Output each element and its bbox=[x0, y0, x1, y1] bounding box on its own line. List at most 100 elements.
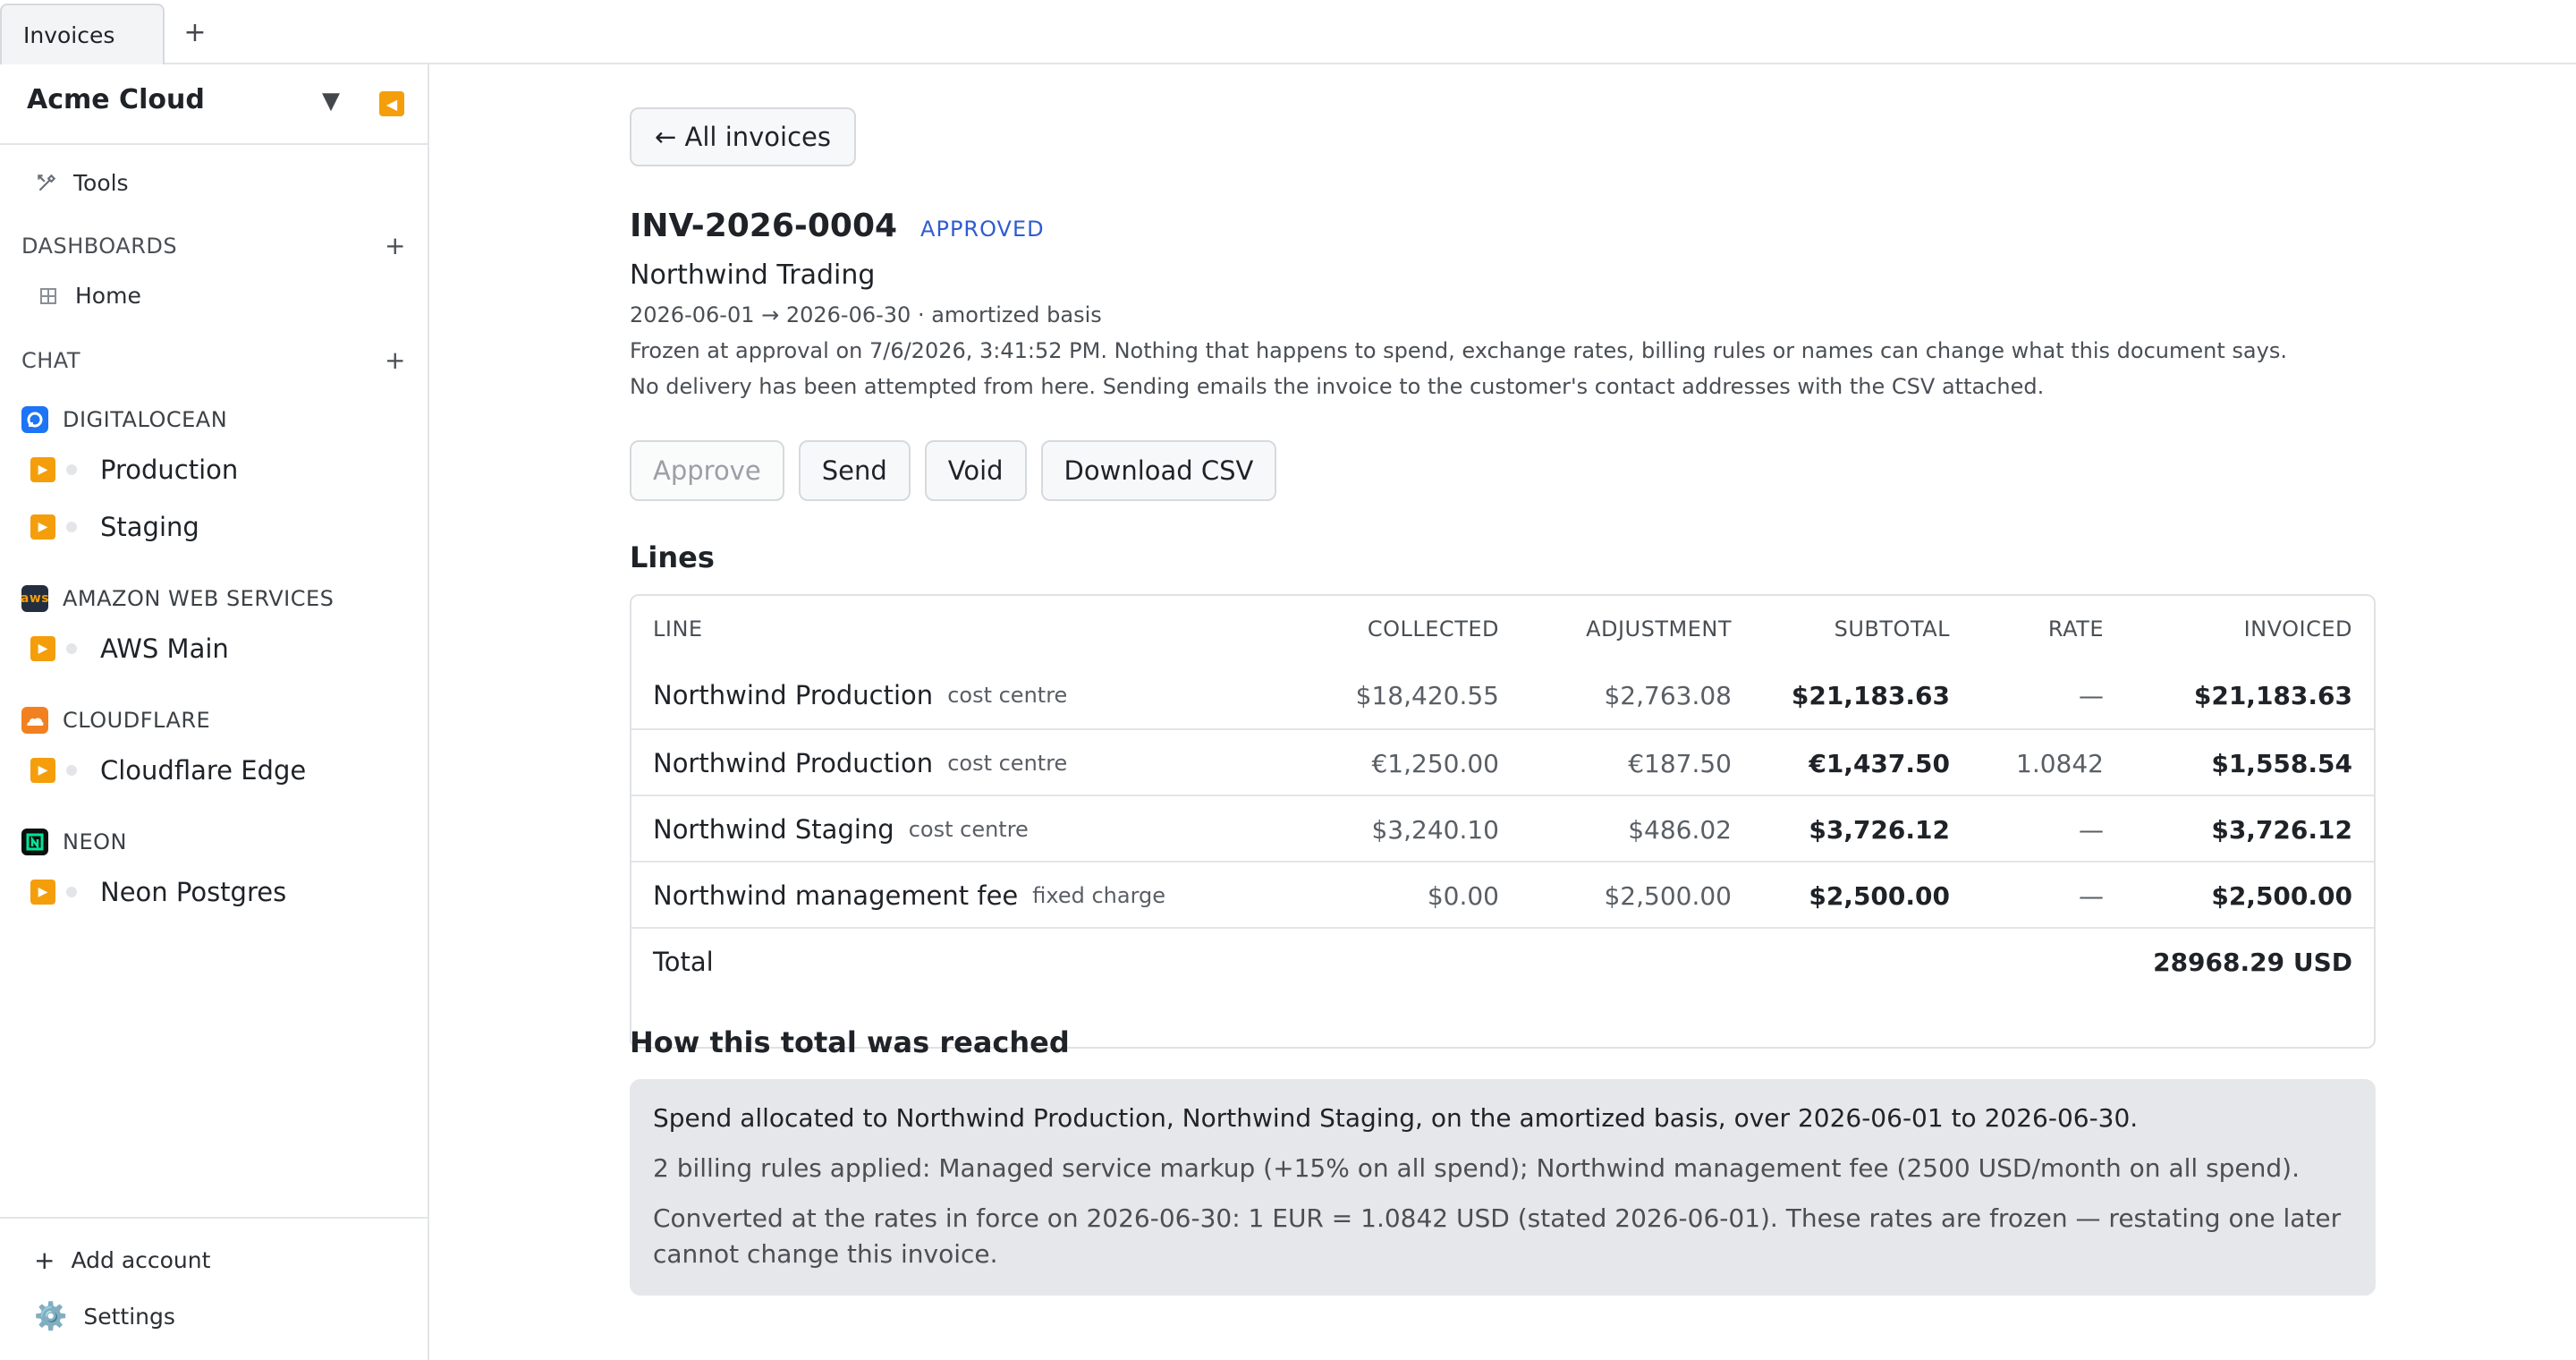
approve-button[interactable]: Approve bbox=[630, 440, 784, 501]
account-label: AWS Main bbox=[100, 633, 229, 664]
provider-digitalocean: DIGITALOCEAN bbox=[21, 406, 227, 433]
total-value: 28968.29 USD bbox=[2153, 947, 2352, 977]
column-header-rate: RATE bbox=[2047, 616, 2104, 642]
play-icon: ▶ bbox=[30, 636, 55, 661]
digitalocean-logo-icon bbox=[21, 406, 48, 433]
play-icon: ▶ bbox=[30, 514, 55, 540]
sidebar-item-home[interactable]: Home bbox=[36, 283, 141, 309]
line-type: cost centre bbox=[908, 817, 1029, 842]
add-chat-button[interactable]: + bbox=[385, 345, 406, 375]
provider-name: AMAZON WEB SERVICES bbox=[63, 586, 335, 611]
sidebar: Acme Cloud ▼ ◀ Tools DASHBOARDS + Home C… bbox=[0, 64, 429, 1360]
invoice-header: INV-2026-0004 APPROVED bbox=[630, 208, 1045, 244]
explanation-heading: How this total was reached bbox=[630, 1025, 1070, 1059]
sidebar-item-cloudflare-edge[interactable]: ▶ Cloudflare Edge bbox=[30, 755, 306, 786]
rate-cell: — bbox=[2079, 880, 2104, 911]
status-dot bbox=[66, 887, 77, 897]
status-dot bbox=[66, 522, 77, 532]
line-name: Northwind Production bbox=[653, 748, 934, 778]
org-switcher[interactable]: Acme Cloud ▼ ◀ bbox=[0, 64, 428, 145]
tab-label: Invoices bbox=[23, 21, 115, 48]
settings-button[interactable]: ⚙️ Settings bbox=[34, 1301, 175, 1332]
new-tab-button[interactable]: + bbox=[177, 14, 213, 50]
total-row: Total 28968.29 USD bbox=[631, 927, 2374, 993]
void-button[interactable]: Void bbox=[924, 440, 1027, 501]
add-dashboard-button[interactable]: + bbox=[385, 231, 406, 260]
collapse-sidebar-icon[interactable]: ◀ bbox=[379, 91, 404, 116]
sidebar-item-label: Home bbox=[75, 283, 141, 309]
adjustment-cell: €187.50 bbox=[1628, 748, 1732, 778]
account-label: Neon Postgres bbox=[100, 877, 287, 907]
collected-cell: $18,420.55 bbox=[1355, 680, 1499, 710]
frozen-note: Frozen at approval on 7/6/2026, 3:41:52 … bbox=[630, 338, 2287, 363]
invoice-actions: Approve Send Void Download CSV bbox=[630, 440, 1277, 501]
subtotal-cell: $3,726.12 bbox=[1809, 814, 1950, 845]
add-account-button[interactable]: + Add account bbox=[34, 1245, 210, 1275]
line-type: cost centre bbox=[947, 751, 1068, 776]
rate-cell: — bbox=[2079, 680, 2104, 710]
column-header-adjustment: ADJUSTMENT bbox=[1586, 616, 1732, 642]
column-header-invoiced: INVOICED bbox=[2243, 616, 2352, 642]
invoice-period: 2026-06-01 → 2026-06-30 · amortized basi… bbox=[630, 302, 1102, 327]
status-dot bbox=[66, 464, 77, 475]
line-name: Northwind Staging bbox=[653, 814, 894, 845]
chevron-down-icon[interactable]: ▼ bbox=[322, 88, 340, 115]
section-label: CHAT bbox=[21, 347, 81, 373]
explanation-panel: Spend allocated to Northwind Production,… bbox=[630, 1079, 2376, 1296]
invoiced-cell: $3,726.12 bbox=[2211, 814, 2352, 845]
provider-name: DIGITALOCEAN bbox=[63, 407, 228, 432]
sidebar-item-tools[interactable]: Tools bbox=[34, 170, 129, 196]
delivery-note: No delivery has been attempted from here… bbox=[630, 374, 2045, 399]
status-dot bbox=[66, 643, 77, 654]
back-to-invoices-button[interactable]: ← All invoices bbox=[630, 107, 856, 166]
invoice-number: INV-2026-0004 bbox=[630, 208, 898, 244]
line-type: cost centre bbox=[947, 683, 1068, 708]
sidebar-item-label: Tools bbox=[73, 170, 129, 196]
line-cell: Northwind Staging cost centre bbox=[653, 796, 1029, 863]
provider-neon: NEON bbox=[21, 829, 127, 855]
section-label: DASHBOARDS bbox=[21, 233, 178, 259]
collected-cell: $0.00 bbox=[1427, 880, 1499, 911]
adjustment-cell: $2,763.08 bbox=[1604, 680, 1732, 710]
section-dashboards: DASHBOARDS + bbox=[21, 231, 406, 260]
subtotal-cell: $21,183.63 bbox=[1791, 680, 1950, 710]
org-name: Acme Cloud bbox=[27, 84, 205, 115]
table-row: Northwind Production cost centre €1,250.… bbox=[631, 728, 2374, 795]
line-cell: Northwind Production cost centre bbox=[653, 730, 1067, 796]
line-type: fixed charge bbox=[1032, 883, 1166, 908]
grid-icon bbox=[36, 284, 61, 309]
sidebar-item-neon-postgres[interactable]: ▶ Neon Postgres bbox=[30, 877, 286, 907]
sidebar-item-production[interactable]: ▶ Production bbox=[30, 455, 238, 485]
add-account-label: Add account bbox=[71, 1247, 211, 1273]
provider-aws: aws AMAZON WEB SERVICES bbox=[21, 585, 334, 612]
lines-heading: Lines bbox=[630, 540, 715, 574]
adjustment-cell: $2,500.00 bbox=[1604, 880, 1732, 911]
cloudflare-logo-icon bbox=[21, 707, 48, 734]
line-cell: Northwind Production cost centre bbox=[653, 662, 1067, 728]
rules-note: 2 billing rules applied: Managed service… bbox=[653, 1153, 2300, 1183]
provider-name: NEON bbox=[63, 829, 127, 854]
tab-invoices[interactable]: Invoices bbox=[0, 4, 165, 64]
line-name: Northwind management fee bbox=[653, 880, 1019, 911]
collected-cell: €1,250.00 bbox=[1371, 748, 1499, 778]
gear-icon: ⚙️ bbox=[34, 1301, 68, 1332]
plus-icon: + bbox=[34, 1245, 55, 1275]
rate-cell: 1.0842 bbox=[2016, 748, 2104, 778]
sidebar-item-staging[interactable]: ▶ Staging bbox=[30, 512, 199, 542]
provider-cloudflare: CLOUDFLARE bbox=[21, 707, 210, 734]
provider-name: CLOUDFLARE bbox=[63, 708, 211, 733]
status-badge: APPROVED bbox=[920, 217, 1045, 242]
table-header-row: LINE COLLECTED ADJUSTMENT SUBTOTAL RATE … bbox=[631, 596, 2374, 662]
table-row: Northwind Staging cost centre $3,240.10 … bbox=[631, 795, 2374, 861]
tab-bar: Invoices + bbox=[0, 0, 2576, 64]
sidebar-item-aws-main[interactable]: ▶ AWS Main bbox=[30, 633, 229, 664]
invoiced-cell: $2,500.00 bbox=[2211, 880, 2352, 911]
subtotal-cell: $2,500.00 bbox=[1809, 880, 1950, 911]
section-chat: CHAT + bbox=[21, 345, 406, 375]
invoiced-cell: $21,183.63 bbox=[2193, 680, 2352, 710]
invoiced-cell: $1,558.54 bbox=[2211, 748, 2352, 778]
play-icon: ▶ bbox=[30, 758, 55, 783]
column-header-subtotal: SUBTOTAL bbox=[1834, 616, 1950, 642]
send-button[interactable]: Send bbox=[798, 440, 911, 501]
download-csv-button[interactable]: Download CSV bbox=[1040, 440, 1277, 501]
